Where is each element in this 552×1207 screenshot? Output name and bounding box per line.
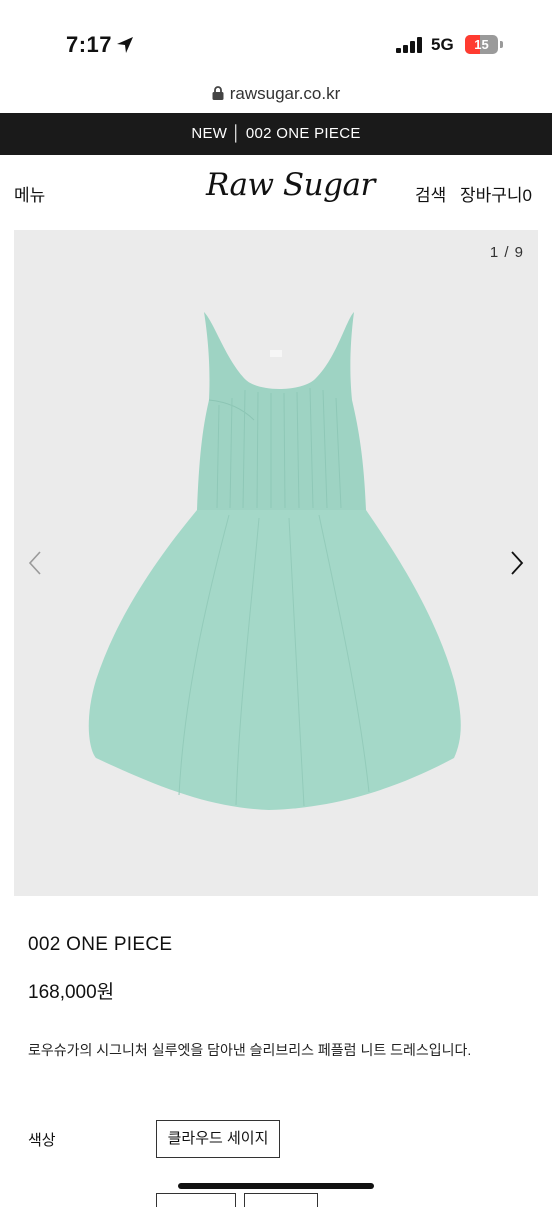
color-option-button[interactable]: 클라우드 세이지 [156,1120,280,1158]
address-bar[interactable]: rawsugar.co.kr [0,84,552,112]
product-image-gallery[interactable]: 1 / 9 [14,230,538,896]
chevron-right-icon[interactable] [506,548,528,578]
site-logo[interactable]: Raw Sugar [206,167,375,203]
menu-button[interactable]: 메뉴 [14,181,45,206]
product-price: 168,000원 [28,982,115,1003]
lock-icon [212,86,224,100]
product-image [88,312,461,810]
image-counter: 1 / 9 [489,244,524,261]
battery-level: 15 [474,37,489,52]
option-button[interactable] [244,1193,318,1207]
product-title: 002 ONE PIECE [28,934,173,955]
battery-icon: 15 [465,35,503,54]
signal-bars-icon [396,37,422,53]
url-text: rawsugar.co.kr [229,84,341,103]
site-header: 메뉴 Raw Sugar 검색 장바구니0 [0,155,552,229]
search-button[interactable]: 검색 [415,181,446,206]
status-time: 7:17 [66,32,113,57]
promo-banner[interactable]: NEW │ 002 ONE PIECE [0,113,552,155]
option-button[interactable] [156,1193,236,1207]
color-label: 색상 [28,1132,56,1149]
location-arrow-icon [117,37,133,53]
cart-button[interactable]: 장바구니0 [460,181,532,206]
status-bar: 7:17 5G 15 [0,0,552,82]
home-indicator[interactable] [178,1183,374,1189]
product-description: 로우슈가의 시그니처 실루엣을 담아낸 슬리브리스 페플럼 니트 드레스입니다. [28,1042,472,1058]
chevron-left-icon[interactable] [24,548,46,578]
network-type: 5G [431,35,454,54]
